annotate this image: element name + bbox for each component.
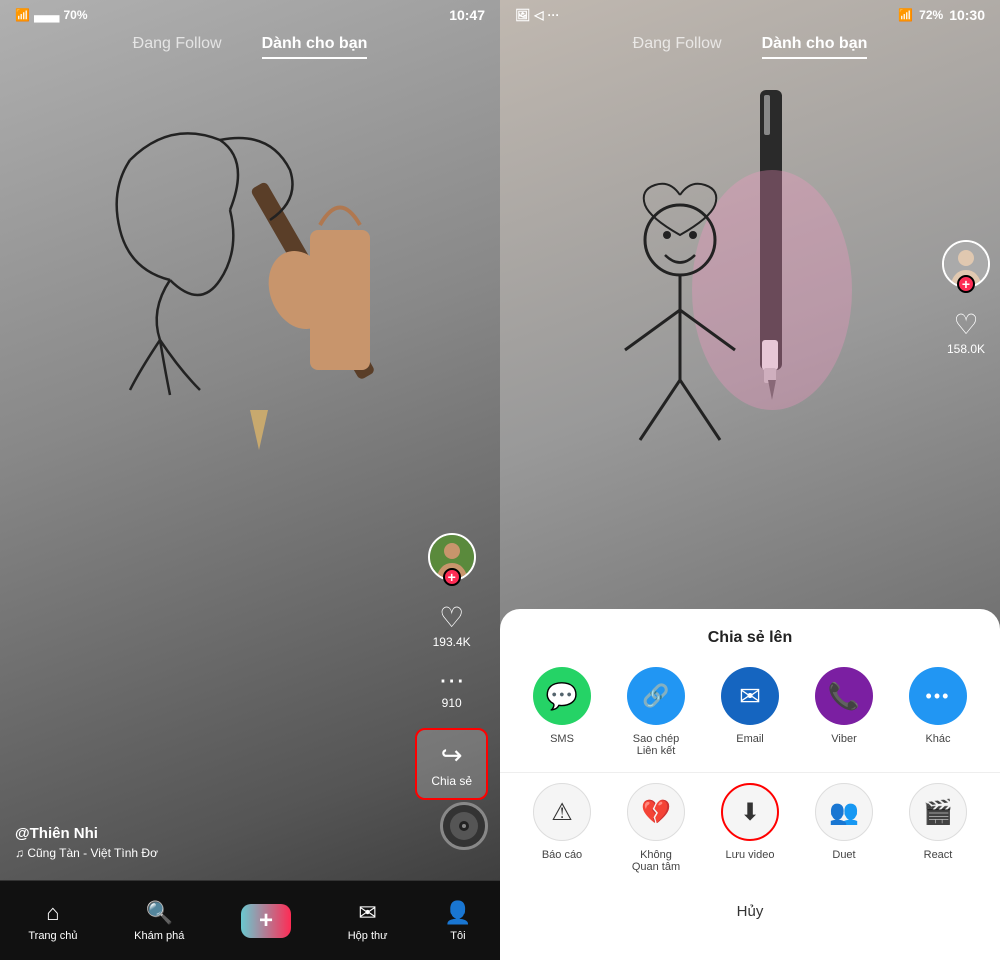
action-sidebar-left: + ♡ 193.4K ⋯ 910 ↪ Chia sẻ <box>415 533 488 800</box>
follow-plus-badge-right[interactable]: + <box>957 275 975 293</box>
more-label: Khác <box>925 733 950 745</box>
nav-explore[interactable]: 🔍 Khám phá <box>134 900 184 942</box>
wifi-icon: 📶 <box>15 8 30 22</box>
report-icon: ⚠ <box>533 783 591 841</box>
signal-right: 📶 <box>898 8 913 22</box>
song-info-left: ♫ Cũng Tàn - Việt Tình Đơ <box>15 846 158 860</box>
viber-label: Viber <box>831 733 856 745</box>
signal-icon: ▄▄▄ <box>34 8 60 22</box>
home-icon: ⌂ <box>46 900 59 926</box>
status-bar-left: 📶 ▄▄▄ 70% 10:47 <box>0 0 500 30</box>
avatar-wrapper-left: + <box>428 533 476 581</box>
share-email[interactable]: ✉ Email <box>710 667 790 757</box>
not-interested-label: KhôngQuan tâm <box>632 849 680 873</box>
sms-label: SMS <box>550 733 574 745</box>
nav-tabs-left: Đang Follow Dành cho bạn <box>0 35 500 59</box>
more-icon: ••• <box>909 667 967 725</box>
nav-explore-label: Khám phá <box>134 930 184 942</box>
duet-icon: 👥 <box>815 783 873 841</box>
share-copy-link[interactable]: 🔗 Sao chépLiên kết <box>616 667 696 757</box>
viber-icon: 📞 <box>815 667 873 725</box>
heart-icon-left: ♡ <box>439 604 464 632</box>
battery-left: 70% <box>63 8 87 22</box>
search-icon: 🔍 <box>146 900 173 926</box>
share-icon-left: ↪ <box>441 740 463 771</box>
nav-create[interactable]: + <box>241 904 291 938</box>
like-count-left: 193.4K <box>433 635 471 649</box>
arrow-icon-right: ◁ <box>534 8 543 22</box>
video-background-left <box>0 0 500 960</box>
copy-link-icon: 🔗 <box>627 667 685 725</box>
username-left: @Thiên Nhi <box>15 825 158 842</box>
nav-home-label: Trang chủ <box>28 930 77 942</box>
like-count-right: 158.0K <box>947 342 985 356</box>
heart-icon-right: ♡ <box>953 311 978 339</box>
profile-icon: 👤 <box>444 900 471 926</box>
drawing-svg-right <box>500 60 1000 620</box>
share-viber[interactable]: 📞 Viber <box>804 667 884 757</box>
tab-following-left[interactable]: Đang Follow <box>133 35 222 59</box>
tab-for-you-left[interactable]: Dành cho bạn <box>262 35 368 59</box>
like-action-left[interactable]: ♡ 193.4K <box>433 604 471 649</box>
action-sidebar-right: + ♡ 158.0K <box>942 240 990 356</box>
share-action-left[interactable]: ↪ Chia sẻ <box>415 728 488 800</box>
save-video-icon: ⬇ <box>721 783 779 841</box>
status-icons-right: 🖼 ◁ ··· <box>515 8 559 22</box>
react-icon: 🎬 <box>909 783 967 841</box>
react-label: React <box>924 849 953 861</box>
divider <box>500 772 1000 773</box>
nav-profile[interactable]: 👤 Tôi <box>444 900 471 942</box>
nav-inbox[interactable]: ✉ Hộp thư <box>348 900 388 942</box>
email-icon: ✉ <box>721 667 779 725</box>
share-save-video[interactable]: ⬇ Lưu video <box>710 783 790 873</box>
nav-tabs-right: Đang Follow Dành cho bạn <box>500 35 1000 59</box>
nav-inbox-label: Hộp thư <box>348 930 388 942</box>
share-sms[interactable]: 💬 SMS <box>522 667 602 757</box>
share-react[interactable]: 🎬 React <box>898 783 978 873</box>
share-duet[interactable]: 👥 Duet <box>804 783 884 873</box>
email-label: Email <box>736 733 764 745</box>
comment-icon-left: ⋯ <box>439 667 465 693</box>
nav-home[interactable]: ⌂ Trang chủ <box>28 900 77 942</box>
inbox-icon: ✉ <box>358 900 376 926</box>
comment-count-left: 910 <box>442 696 462 710</box>
status-left-info: 📶 ▄▄▄ 70% <box>15 8 88 22</box>
music-disc-svg <box>443 805 485 847</box>
photo-icon-right: 🖼 <box>515 8 530 22</box>
save-video-label: Lưu video <box>726 849 775 861</box>
not-interested-icon: 💔 <box>627 783 685 841</box>
bottom-info-left: @Thiên Nhi ♫ Cũng Tàn - Việt Tình Đơ <box>15 825 158 860</box>
share-not-interested[interactable]: 💔 KhôngQuan tâm <box>616 783 696 873</box>
nav-profile-label: Tôi <box>450 930 465 942</box>
left-panel: 📶 ▄▄▄ 70% 10:47 Đang Follow Dành cho bạn <box>0 0 500 960</box>
share-modal: Chia sẻ lên 💬 SMS 🔗 Sao chépLiên kết ✉ E… <box>500 609 1000 960</box>
comment-action-left[interactable]: ⋯ 910 <box>439 667 465 710</box>
time-right: 10:30 <box>949 7 985 23</box>
status-bar-right: 🖼 ◁ ··· 📶 72% 10:30 <box>500 0 1000 30</box>
share-more[interactable]: ••• Khác <box>898 667 978 757</box>
share-label-left: Chia sẻ <box>431 774 472 788</box>
follow-plus-badge-left[interactable]: + <box>443 568 461 586</box>
share-report[interactable]: ⚠ Báo cáo <box>522 783 602 873</box>
avatar-wrapper-right: + <box>942 240 990 288</box>
create-plus-button[interactable]: + <box>241 904 291 938</box>
tab-for-you-right[interactable]: Dành cho bạn <box>762 35 868 59</box>
bottom-nav-left: ⌂ Trang chủ 🔍 Khám phá + ✉ Hộp thư 👤 Tôi <box>0 880 500 960</box>
share-modal-title: Chia sẻ lên <box>500 629 1000 647</box>
right-panel: 🖼 ◁ ··· 📶 72% 10:30 Đang Follow Dành cho… <box>500 0 1000 960</box>
duet-label: Duet <box>832 849 855 861</box>
time-left: 10:47 <box>449 7 485 23</box>
report-label: Báo cáo <box>542 849 582 861</box>
share-icons-row1: 💬 SMS 🔗 Sao chépLiên kết ✉ Email 📞 Viber… <box>500 667 1000 757</box>
copy-link-label: Sao chépLiên kết <box>633 733 679 757</box>
tab-following-right[interactable]: Đang Follow <box>633 35 722 59</box>
battery-right: 72% <box>919 8 943 22</box>
cancel-button[interactable]: Hủy <box>500 893 1000 930</box>
share-icons-row2: ⚠ Báo cáo 💔 KhôngQuan tâm ⬇ Lưu video 👥 … <box>500 783 1000 873</box>
status-right-info: 📶 72% 10:30 <box>898 7 985 23</box>
like-action-right[interactable]: ♡ 158.0K <box>947 311 985 356</box>
sms-icon: 💬 <box>533 667 591 725</box>
dots-icon-right: ··· <box>547 8 559 22</box>
music-disc-left <box>440 802 488 850</box>
